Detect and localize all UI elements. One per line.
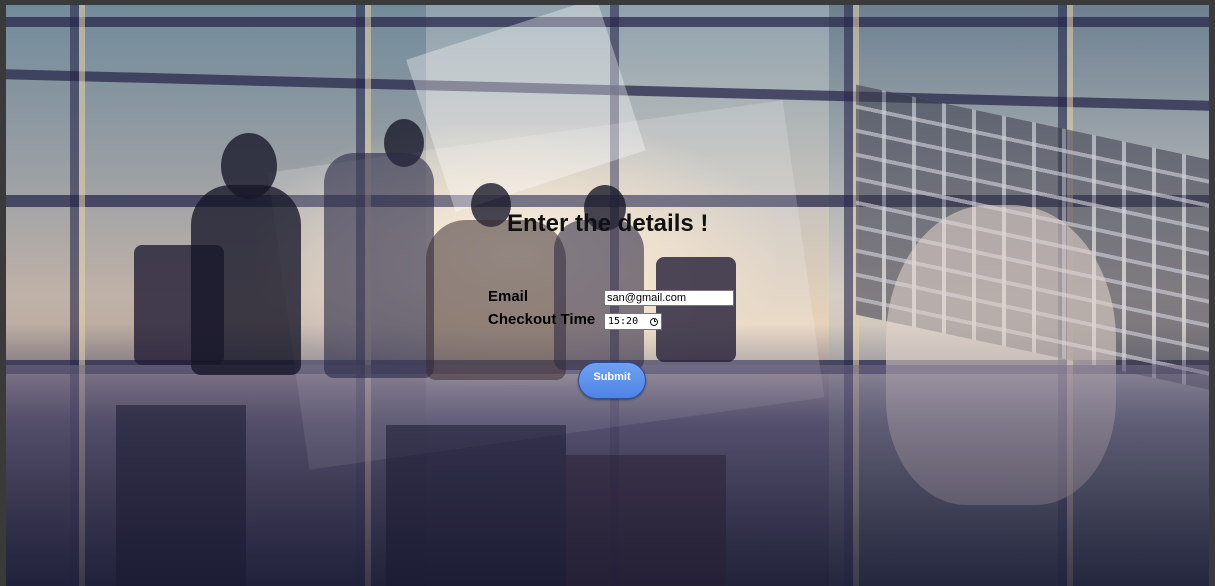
background-person — [191, 185, 301, 375]
email-field[interactable] — [604, 290, 734, 306]
checkout-time-label: Checkout Time — [488, 311, 596, 328]
background-person — [324, 153, 434, 378]
checkout-time-input[interactable]: 15:20 — [604, 313, 662, 330]
submit-button[interactable]: Submit — [578, 362, 646, 399]
background-window-frame — [6, 17, 1209, 27]
background-reflection — [566, 455, 726, 586]
form-title: Enter the details ! — [507, 210, 709, 237]
background-reflection — [386, 425, 566, 586]
clock-icon[interactable] — [650, 317, 658, 326]
checkout-time-value[interactable]: 15:20 — [608, 316, 650, 327]
background-chair — [656, 257, 736, 362]
email-label: Email — [488, 288, 529, 305]
background-reflection — [116, 405, 246, 586]
